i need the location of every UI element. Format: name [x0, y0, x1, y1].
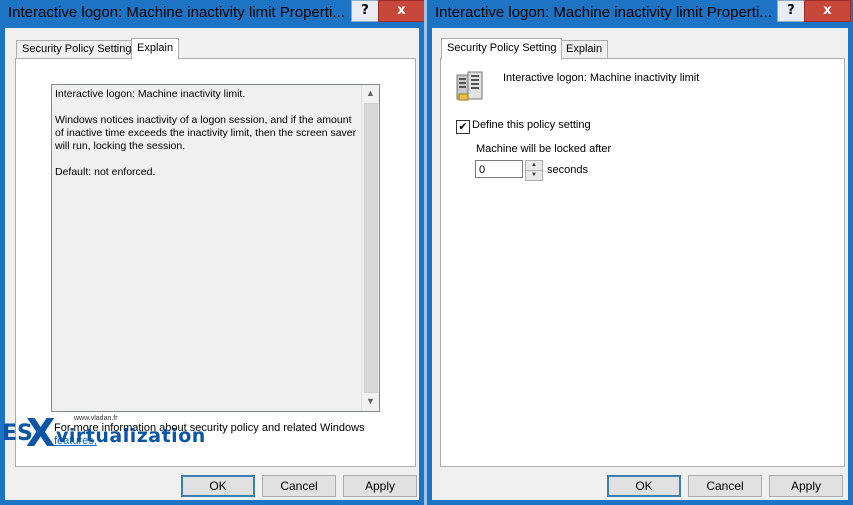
explain-default: Default: not enforced. [55, 166, 156, 178]
watermark-logo: ES X www.vladan.fr virtualization [0, 411, 220, 455]
chevron-down-icon[interactable]: ▼ [363, 394, 378, 409]
define-policy-checkbox[interactable]: ✔ [456, 120, 470, 134]
define-policy-label: Define this policy setting [472, 119, 591, 131]
close-button[interactable]: x [378, 0, 425, 22]
explain-text-box[interactable]: Interactive logon: Machine inactivity li… [51, 84, 380, 412]
close-button[interactable]: x [804, 0, 851, 22]
vertical-scrollbar[interactable]: ▲ ▼ [361, 85, 379, 411]
watermark-text: virtualization [56, 425, 206, 447]
cancel-button[interactable]: Cancel [262, 475, 336, 497]
seconds-label: seconds [547, 164, 588, 176]
scrollbar-thumb[interactable] [364, 103, 378, 393]
server-policy-icon [456, 71, 483, 101]
ok-button[interactable]: OK [607, 475, 681, 497]
dialog-client-area: Security Policy Setting Explain Interact… [432, 28, 848, 500]
lock-after-label: Machine will be locked after [476, 143, 612, 155]
help-button[interactable]: ? [777, 0, 805, 22]
watermark-url: www.vladan.fr [74, 415, 118, 422]
explain-body: Windows notices inactivity of a logon se… [55, 114, 357, 152]
explain-heading: Interactive logon: Machine inactivity li… [55, 88, 246, 100]
watermark-x: X [26, 411, 56, 455]
window-title: Interactive logon: Machine inactivity li… [435, 4, 772, 21]
ok-button[interactable]: OK [181, 475, 255, 497]
help-button[interactable]: ? [351, 0, 379, 22]
explain-tab-panel: Interactive logon: Machine inactivity li… [15, 58, 416, 467]
tab-explain[interactable]: Explain [131, 38, 180, 60]
policy-name: Interactive logon: Machine inactivity li… [503, 72, 700, 84]
tab-security-policy-setting[interactable]: Security Policy Setting [16, 40, 138, 59]
window-title: Interactive logon: Machine inactivity li… [8, 4, 345, 21]
lock-seconds-input[interactable]: 0 [475, 160, 523, 178]
tab-security-policy-setting[interactable]: Security Policy Setting [441, 38, 563, 60]
settings-dialog-window: Interactive logon: Machine inactivity li… [427, 0, 853, 505]
settings-tab-panel: Interactive logon: Machine inactivity li… [440, 58, 845, 467]
cancel-button[interactable]: Cancel [688, 475, 762, 497]
explain-text: Interactive logon: Machine inactivity li… [55, 88, 363, 192]
apply-button[interactable]: Apply [343, 475, 417, 497]
spin-down-button[interactable]: ▼ [525, 170, 543, 181]
apply-button[interactable]: Apply [769, 475, 843, 497]
tab-explain[interactable]: Explain [560, 40, 609, 59]
chevron-up-icon[interactable]: ▲ [363, 86, 378, 101]
explain-dialog-window: Interactive logon: Machine inactivity li… [0, 0, 425, 505]
